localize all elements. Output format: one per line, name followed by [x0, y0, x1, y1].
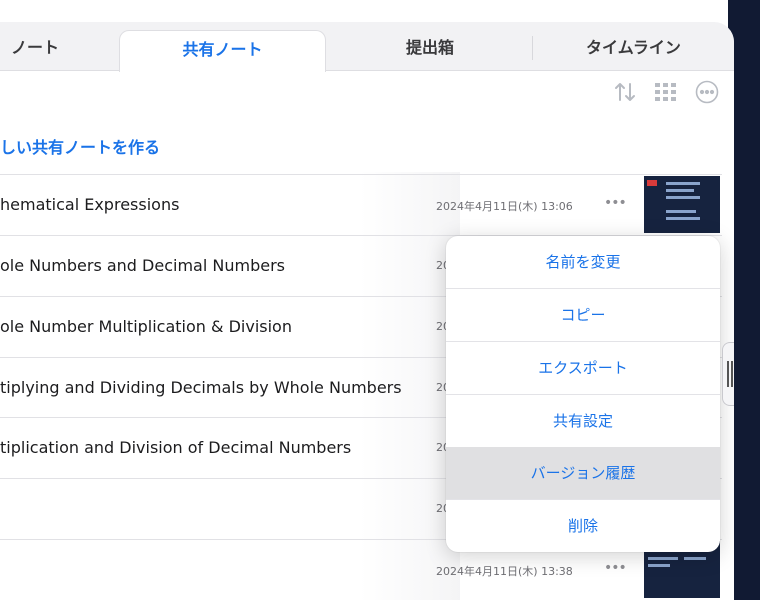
tab-notes[interactable]: ノート [0, 22, 80, 70]
side-panel-handle[interactable] [722, 342, 734, 406]
row-more-icon[interactable]: ••• [604, 560, 627, 576]
row-title: hematical Expressions [0, 195, 180, 214]
row-title: ole Number Multiplication & Division [0, 317, 292, 336]
app-screen: ノート 共有ノート 提出箱 タイムライン しい共有ノートを作る hematica… [0, 22, 734, 600]
menu-item-export[interactable]: エクスポート [446, 342, 720, 395]
tab-submission-box[interactable]: 提出箱 [328, 22, 532, 70]
tab-timeline[interactable]: タイムライン [533, 22, 734, 70]
context-menu: 名前を変更 コピー エクスポート 共有設定 バージョン履歴 削除 [446, 236, 720, 552]
row-date: 2024年4月11日(木) 13:06 [436, 200, 573, 213]
menu-item-delete[interactable]: 削除 [446, 500, 720, 552]
create-shared-note-link[interactable]: しい共有ノートを作る [0, 134, 160, 158]
note-thumbnail [644, 176, 720, 233]
menu-item-rename[interactable]: 名前を変更 [446, 236, 720, 289]
menu-item-share-settings[interactable]: 共有設定 [446, 395, 720, 448]
row-date: 2024年4月11日(木) 13:38 [436, 565, 573, 578]
row-more-icon[interactable]: ••• [604, 195, 627, 211]
menu-item-version-history[interactable]: バージョン履歴 [446, 447, 720, 500]
device-top [0, 0, 760, 22]
tab-bar: ノート 共有ノート 提出箱 タイムライン [0, 22, 734, 72]
tab-shared-notes[interactable]: 共有ノート [119, 30, 326, 72]
row-title: ole Numbers and Decimal Numbers [0, 256, 285, 275]
menu-item-copy[interactable]: コピー [446, 289, 720, 342]
sort-icon[interactable] [613, 80, 637, 104]
row-title: tiplying and Dividing Decimals by Whole … [0, 378, 402, 397]
more-options-icon[interactable] [695, 80, 719, 104]
grid-icon[interactable] [654, 80, 678, 104]
row-title: tiplication and Division of Decimal Numb… [0, 438, 352, 457]
table-row[interactable]: hematical Expressions 2024年4月11日(木) 13:0… [0, 174, 722, 235]
